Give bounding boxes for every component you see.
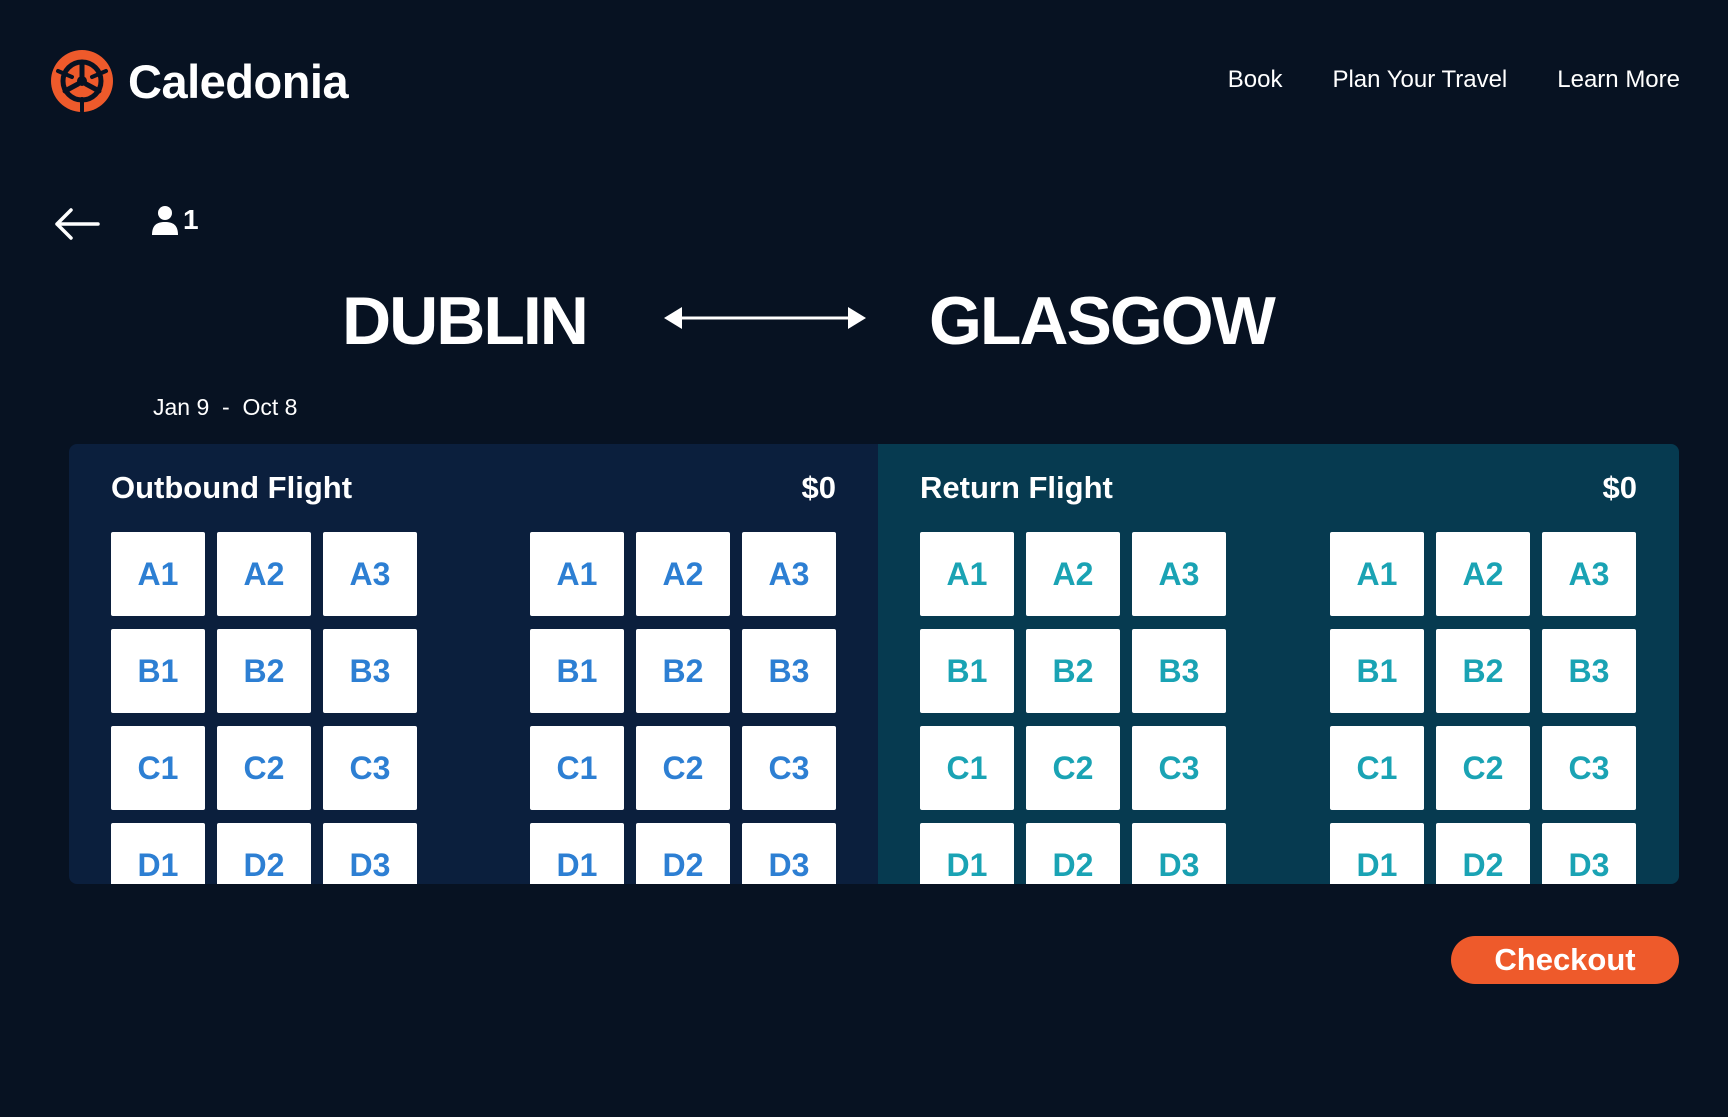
seat-b2[interactable]: B2: [217, 629, 311, 713]
seat-b2[interactable]: B2: [636, 629, 730, 713]
origin-city: DUBLIN: [342, 283, 589, 359]
seat-c2[interactable]: C2: [636, 726, 730, 810]
return-price: $0: [1602, 470, 1637, 505]
return-title: Return Flight: [920, 470, 1113, 505]
seat-c3[interactable]: C3: [323, 726, 417, 810]
nav-learn-more[interactable]: Learn More: [1557, 66, 1680, 94]
seat-a3[interactable]: A3: [742, 532, 836, 616]
seat-b1[interactable]: B1: [1330, 629, 1424, 713]
seat-a1[interactable]: A1: [530, 532, 624, 616]
seat-c1[interactable]: C1: [920, 726, 1014, 810]
seat-a1[interactable]: A1: [920, 532, 1014, 616]
seat-c3[interactable]: C3: [742, 726, 836, 810]
return-flight-panel: Return Flight $0 A1 A2 A3 B1 B2 B3 C1 C2 C3 D1 D2 D…: [878, 444, 1679, 884]
seat-d2[interactable]: D2: [1026, 823, 1120, 884]
seat-d1[interactable]: D1: [530, 823, 624, 884]
brand-logo[interactable]: Caledonia: [48, 47, 349, 115]
caledonia-logo-icon: [51, 50, 113, 113]
seat-c3[interactable]: C3: [1132, 726, 1226, 810]
seat-c2[interactable]: C2: [1026, 726, 1120, 810]
seat-a3[interactable]: A3: [1542, 532, 1636, 616]
seat-a2[interactable]: A2: [636, 532, 730, 616]
seat-d1[interactable]: D1: [1330, 823, 1424, 884]
nav-plan-your-travel[interactable]: Plan Your Travel: [1332, 66, 1507, 94]
seat-c1[interactable]: C1: [111, 726, 205, 810]
top-nav: Book Plan Your Travel Learn More: [1228, 66, 1680, 94]
destination-city: GLASGOW: [929, 283, 1276, 359]
seat-b3[interactable]: B3: [742, 629, 836, 713]
seat-d3[interactable]: D3: [323, 823, 417, 884]
seat-d3[interactable]: D3: [742, 823, 836, 884]
nav-book[interactable]: Book: [1228, 66, 1283, 94]
seat-a3[interactable]: A3: [323, 532, 417, 616]
seat-d2[interactable]: D2: [217, 823, 311, 884]
seat-b1[interactable]: B1: [920, 629, 1014, 713]
seat-b3[interactable]: B3: [1132, 629, 1226, 713]
seat-a3[interactable]: A3: [1132, 532, 1226, 616]
outbound-price: $0: [801, 470, 836, 505]
trip-dates: Jan 9 - Oct 8: [153, 394, 298, 420]
back-arrow-icon[interactable]: [52, 206, 100, 242]
passenger-count[interactable]: 1: [151, 204, 199, 236]
return-seat-block-right: A1 A2 A3 B1 B2 B3 C1 C2 C3 D1 D2 D3: [1330, 532, 1636, 884]
seat-d3[interactable]: D3: [1542, 823, 1636, 884]
seat-b1[interactable]: B1: [111, 629, 205, 713]
seat-c1[interactable]: C1: [530, 726, 624, 810]
outbound-seat-block-left: A1 A2 A3 B1 B2 B3 C1 C2 C3 D1 D2 D3: [111, 532, 417, 884]
seat-d3[interactable]: D3: [1132, 823, 1226, 884]
seat-c2[interactable]: C2: [217, 726, 311, 810]
seat-a2[interactable]: A2: [1436, 532, 1530, 616]
outbound-seat-block-right: A1 A2 A3 B1 B2 B3 C1 C2 C3 D1 D2 D3: [530, 532, 836, 884]
brand-name: Caledonia: [128, 54, 349, 108]
seat-b1[interactable]: B1: [530, 629, 624, 713]
outbound-title: Outbound Flight: [111, 470, 353, 505]
seat-d1[interactable]: D1: [920, 823, 1014, 884]
seat-d2[interactable]: D2: [1436, 823, 1530, 884]
seat-c2[interactable]: C2: [1436, 726, 1530, 810]
seat-a2[interactable]: A2: [1026, 532, 1120, 616]
passenger-count-value: 1: [183, 204, 199, 235]
seat-a2[interactable]: A2: [217, 532, 311, 616]
seat-b2[interactable]: B2: [1436, 629, 1530, 713]
round-trip-arrow-icon: [664, 307, 866, 329]
seat-b2[interactable]: B2: [1026, 629, 1120, 713]
outbound-flight-panel: Outbound Flight $0 A1 A2 A3 B1 B2 B3 C1 C2 C3 D1 D…: [69, 444, 878, 884]
person-icon: [152, 206, 178, 235]
return-seat-block-left: A1 A2 A3 B1 B2 B3 C1 C2 C3 D1 D2 D3: [920, 532, 1226, 884]
seat-b3[interactable]: B3: [1542, 629, 1636, 713]
seat-c1[interactable]: C1: [1330, 726, 1424, 810]
seat-a1[interactable]: A1: [111, 532, 205, 616]
seat-b3[interactable]: B3: [323, 629, 417, 713]
seat-d1[interactable]: D1: [111, 823, 205, 884]
seat-d2[interactable]: D2: [636, 823, 730, 884]
seat-a1[interactable]: A1: [1330, 532, 1424, 616]
checkout-button[interactable]: Checkout: [1451, 936, 1679, 984]
seat-c3[interactable]: C3: [1542, 726, 1636, 810]
